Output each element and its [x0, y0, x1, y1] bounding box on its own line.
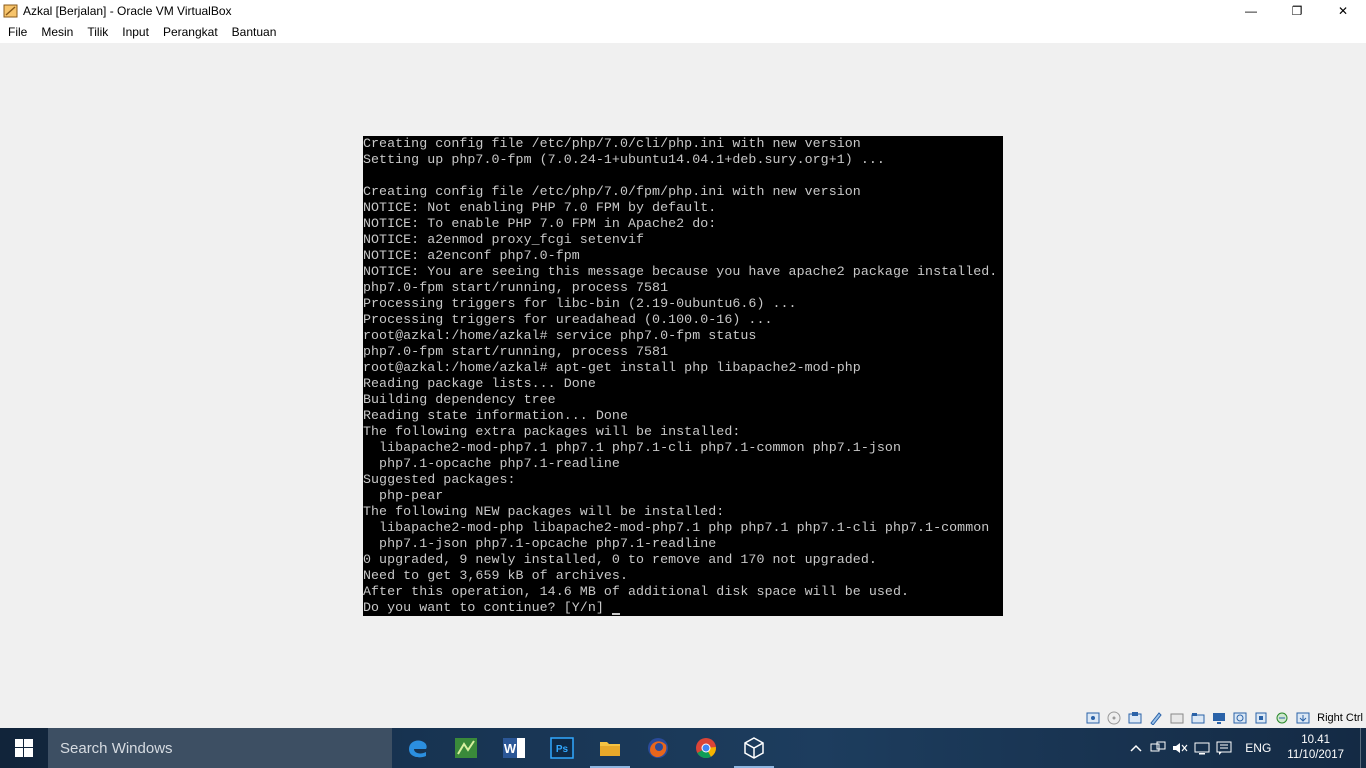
- host-key-label: Right Ctrl: [1317, 712, 1363, 724]
- firefox-icon[interactable]: [634, 728, 682, 768]
- console-cursor: [611, 613, 620, 615]
- console-line: php7.1-opcache php7.1-readline: [363, 456, 620, 471]
- console-line: Creating config file /etc/php/7.0/fpm/ph…: [363, 184, 861, 199]
- console-line: root@azkal:/home/azkal# apt-get install …: [363, 360, 861, 375]
- console-line: Processing triggers for ureadahead (0.10…: [363, 312, 773, 327]
- taskbar-clock[interactable]: 10.41 11/10/2017: [1281, 733, 1360, 763]
- taskbar-search-box[interactable]: Search Windows: [48, 728, 392, 768]
- window-titlebar: Azkal [Berjalan] - Oracle VM VirtualBox …: [0, 0, 1366, 22]
- action-center-icon[interactable]: [1213, 728, 1235, 768]
- vm-status-bar: Right Ctrl: [0, 708, 1366, 728]
- hard-disk-icon[interactable]: [1085, 710, 1101, 726]
- audio-icon[interactable]: [1127, 710, 1143, 726]
- console-line: php7.0-fpm start/running, process 7581: [363, 344, 669, 359]
- console-line: NOTICE: Not enabling PHP 7.0 FPM by defa…: [363, 200, 717, 215]
- restore-button[interactable]: ❐: [1274, 0, 1320, 22]
- console-line: After this operation, 14.6 MB of additio…: [363, 584, 910, 599]
- desktop-tray-icon[interactable]: [1191, 728, 1213, 768]
- mouse-integration-icon[interactable]: [1274, 710, 1290, 726]
- system-tray: ENG 10.41 11/10/2017: [1125, 728, 1366, 768]
- search-placeholder: Search Windows: [60, 739, 173, 757]
- virtualbox-icon[interactable]: [730, 728, 778, 768]
- console-line: The following extra packages will be ins…: [363, 424, 741, 439]
- close-button[interactable]: ✕: [1320, 0, 1366, 22]
- display-icon[interactable]: [1211, 710, 1227, 726]
- console-line: 0 upgraded, 9 newly installed, 0 to remo…: [363, 552, 877, 567]
- spreadsheet-app-icon[interactable]: [442, 728, 490, 768]
- console-line: Reading state information... Done: [363, 408, 628, 423]
- menu-mesin[interactable]: Mesin: [34, 22, 80, 43]
- console-line: NOTICE: You are seeing this message beca…: [363, 264, 998, 279]
- console-line: Need to get 3,659 kB of archives.: [363, 568, 628, 583]
- photoshop-letters: Ps: [556, 744, 569, 755]
- menu-input[interactable]: Input: [115, 22, 156, 43]
- show-desktop-button[interactable]: [1360, 728, 1366, 768]
- console-line: Creating config file /etc/php/7.0/cli/ph…: [363, 136, 861, 151]
- menu-perangkat[interactable]: Perangkat: [156, 22, 225, 43]
- menu-bar: File Mesin Tilik Input Perangkat Bantuan: [0, 22, 1366, 43]
- console-line: Processing triggers for libc-bin (2.19-0…: [363, 296, 797, 311]
- start-button[interactable]: [0, 728, 48, 768]
- edge-icon[interactable]: [394, 728, 442, 768]
- clock-time: 10.41: [1301, 734, 1331, 746]
- video-capture-icon[interactable]: [1232, 710, 1248, 726]
- vm-console-screen[interactable]: Creating config file /etc/php/7.0/cli/ph…: [363, 136, 1003, 616]
- volume-muted-icon[interactable]: [1169, 728, 1191, 768]
- console-line: Setting up php7.0-fpm (7.0.24-1+ubuntu14…: [363, 152, 885, 167]
- menu-bantuan[interactable]: Bantuan: [225, 22, 284, 43]
- photoshop-icon[interactable]: Ps: [538, 728, 586, 768]
- chrome-icon[interactable]: [682, 728, 730, 768]
- windows-taskbar: Search Windows W Ps ENG 10.41 11/10/2017: [0, 728, 1366, 768]
- minimize-button[interactable]: —: [1228, 0, 1274, 22]
- console-line: NOTICE: a2enconf php7.0-fpm: [363, 248, 580, 263]
- menu-tilik[interactable]: Tilik: [80, 22, 115, 43]
- usb-icon[interactable]: [1169, 710, 1185, 726]
- console-line: php-pear: [363, 488, 444, 503]
- windows-logo-icon: [15, 739, 33, 757]
- console-line: root@azkal:/home/azkal# service php7.0-f…: [363, 328, 757, 343]
- clock-date: 11/10/2017: [1287, 749, 1344, 761]
- vm-display-area: Creating config file /etc/php/7.0/cli/ph…: [0, 43, 1366, 708]
- shared-folder-icon[interactable]: [1190, 710, 1206, 726]
- network-tray-icon[interactable]: [1147, 728, 1169, 768]
- console-line: NOTICE: To enable PHP 7.0 FPM in Apache2…: [363, 216, 717, 231]
- console-line: Reading package lists... Done: [363, 376, 596, 391]
- cpu-icon[interactable]: [1253, 710, 1269, 726]
- console-line: NOTICE: a2enmod proxy_fcgi setenvif: [363, 232, 645, 247]
- virtualbox-app-icon: [3, 3, 19, 19]
- console-line: libapache2-mod-php7.1 php7.1 php7.1-cli …: [363, 440, 901, 455]
- console-line: php7.0-fpm start/running, process 7581: [363, 280, 669, 295]
- keyboard-icon[interactable]: [1295, 710, 1311, 726]
- console-line: php7.1-json php7.1-opcache php7.1-readli…: [363, 536, 717, 551]
- menu-file[interactable]: File: [1, 22, 34, 43]
- console-line: Do you want to continue? [Y/n]: [363, 600, 1003, 616]
- show-hidden-icons-chevron-icon[interactable]: [1125, 728, 1147, 768]
- word-icon[interactable]: W: [490, 728, 538, 768]
- console-line: Suggested packages:: [363, 472, 516, 487]
- network-icon[interactable]: [1148, 710, 1164, 726]
- console-line: libapache2-mod-php libapache2-mod-php7.1…: [363, 520, 990, 535]
- word-letter: W: [504, 741, 517, 756]
- window-title: Azkal [Berjalan] - Oracle VM VirtualBox: [23, 4, 232, 18]
- console-line: The following NEW packages will be insta…: [363, 504, 725, 519]
- optical-drive-icon[interactable]: [1106, 710, 1122, 726]
- console-line: Building dependency tree: [363, 392, 556, 407]
- input-language-indicator[interactable]: ENG: [1235, 741, 1281, 755]
- file-explorer-icon[interactable]: [586, 728, 634, 768]
